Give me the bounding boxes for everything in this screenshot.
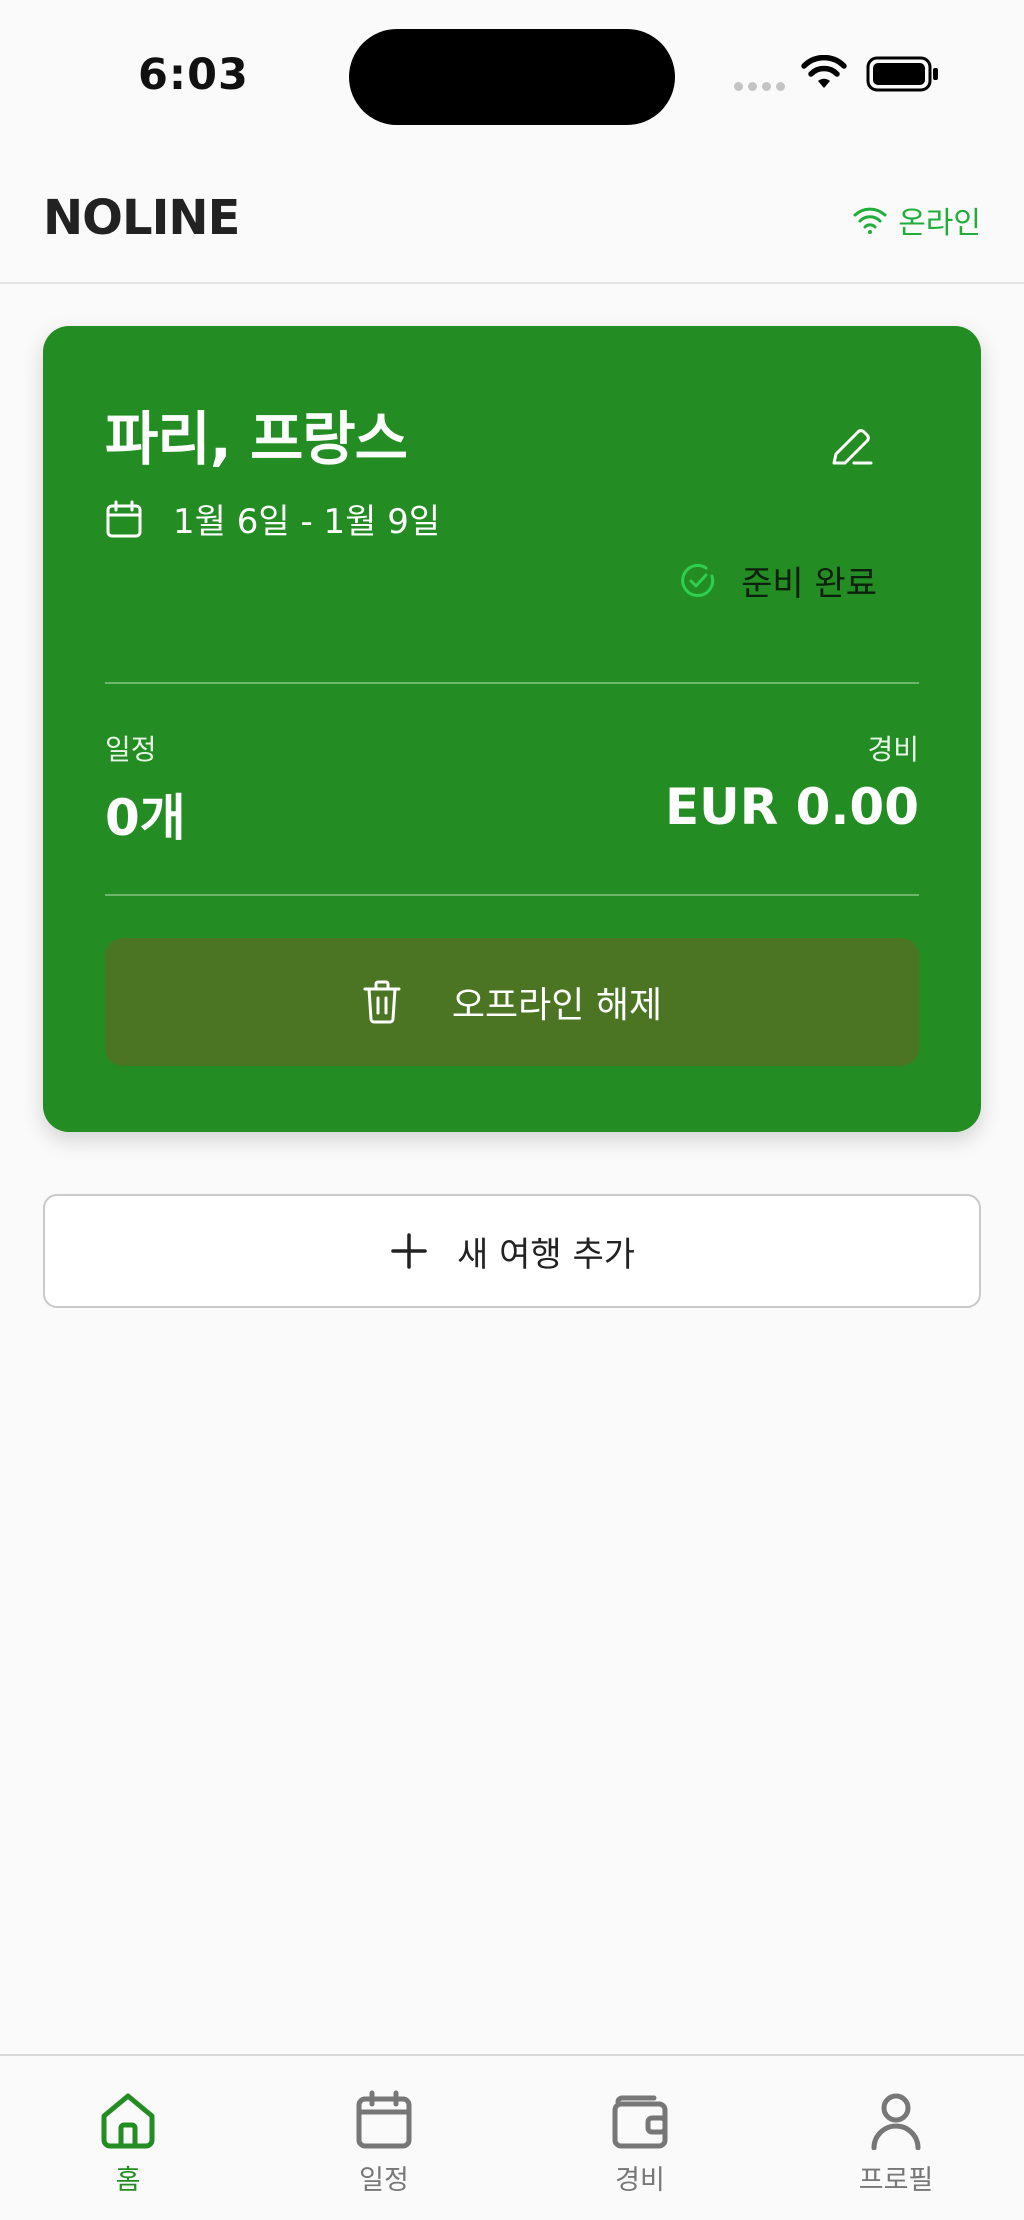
schedule-label: 일정: [105, 733, 157, 766]
dynamic-island: [349, 29, 675, 125]
pencil-icon: [832, 429, 873, 465]
expense-label: 경비: [867, 733, 919, 766]
app-title: NOLINE: [43, 190, 240, 246]
tab-home[interactable]: 홈: [0, 2056, 256, 2220]
tab-expenses[interactable]: 경비: [512, 2056, 768, 2220]
trip-date-row: 1월 6일 - 1월 9일: [105, 494, 440, 543]
tab-bar: 홈 일정 경비 프로필: [0, 2054, 1024, 2220]
app-header: NOLINE 온라인: [0, 150, 1024, 284]
calendar-icon: [106, 500, 142, 537]
check-circle-icon: [681, 563, 715, 597]
card-divider: [105, 894, 919, 896]
profile-icon: [871, 2093, 921, 2150]
trash-icon: [363, 980, 401, 1024]
ready-status: 준비 완료: [679, 556, 877, 605]
wifi-icon: [853, 207, 887, 234]
edit-trip-button[interactable]: [823, 420, 879, 476]
offline-release-button[interactable]: 오프라인 해제: [105, 938, 919, 1066]
add-trip-button[interactable]: 새 여행 추가: [43, 1194, 981, 1308]
add-trip-label: 새 여행 추가: [456, 1234, 635, 1275]
connection-status: 온라인: [852, 198, 981, 242]
schedule-count: 0개: [105, 789, 186, 847]
trip-card[interactable]: 파리, 프랑스 1월 6일 - 1월 9일 준비 완료 일정 0개 경비 EUR…: [43, 326, 981, 1132]
tab-label: 경비: [615, 2165, 665, 2196]
ready-status-text: 준비 완료: [741, 564, 877, 604]
connection-label: 온라인: [898, 206, 981, 241]
card-divider: [105, 682, 919, 684]
home-icon: [101, 2093, 155, 2149]
tab-profile[interactable]: 프로필: [768, 2056, 1024, 2220]
calendar-icon: [356, 2090, 412, 2149]
tab-label: 홈: [115, 2165, 141, 2196]
wifi-status-icon: [801, 55, 847, 88]
trip-destination: 파리, 프랑스: [105, 405, 408, 473]
cellular-signal-icon: [734, 82, 785, 91]
trip-date-range: 1월 6일 - 1월 9일: [173, 502, 441, 542]
status-bar: 6:03: [0, 0, 1024, 150]
battery-icon: [866, 56, 938, 92]
expense-total: EUR 0.00: [664, 778, 919, 836]
offline-release-label: 오프라인 해제: [451, 985, 663, 1026]
tab-label: 프로필: [858, 2165, 934, 2196]
tab-schedule[interactable]: 일정: [256, 2056, 512, 2220]
plus-icon: [391, 1233, 427, 1269]
tab-label: 일정: [359, 2165, 409, 2196]
wallet-icon: [612, 2095, 668, 2149]
status-time: 6:03: [138, 50, 249, 100]
